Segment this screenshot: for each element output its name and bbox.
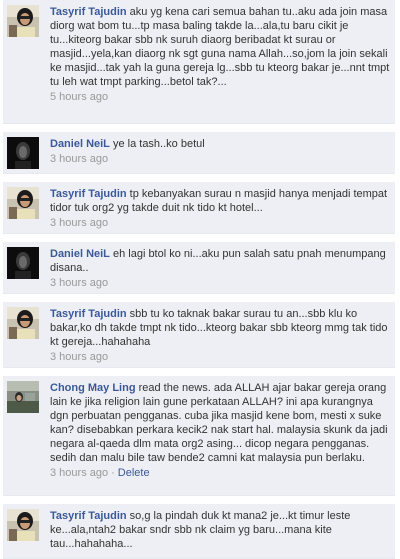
comment-author[interactable]: Daniel NeiL: [50, 248, 110, 260]
avatar-image: [7, 509, 39, 541]
meta-separator: ·: [111, 467, 115, 479]
avatar-chong[interactable]: [7, 381, 39, 413]
avatar-image: [7, 247, 39, 279]
avatar-image: [7, 307, 39, 339]
avatar-image: [7, 5, 39, 37]
comment-author[interactable]: Daniel NeiL: [50, 138, 110, 150]
avatar-tasyrif[interactable]: [7, 307, 39, 339]
comment-timestamp[interactable]: 3 hours ago: [50, 467, 108, 479]
comment-author[interactable]: Tasyrif Tajudin: [50, 6, 127, 18]
comment-item: Tasyrif Tajudin tp kebanyakan surau n ma…: [3, 182, 395, 234]
avatar-image: [7, 137, 39, 169]
avatar-tasyrif[interactable]: [7, 187, 39, 219]
comment-text: ye la tash..ko betul: [112, 138, 205, 150]
comment-item: Tasyrif Tajudin aku yg kena cari semua b…: [3, 0, 395, 124]
comment-timestamp[interactable]: 3 hours ago: [50, 277, 108, 289]
comment-author[interactable]: Tasyrif Tajudin: [50, 510, 127, 522]
comment-timestamp[interactable]: 3 hours ago: [50, 153, 108, 165]
comment-timestamp[interactable]: 3 hours ago: [50, 217, 108, 229]
comment-author[interactable]: Tasyrif Tajudin: [50, 308, 127, 320]
comment-item: Daniel NeiL eh lagi btol ko ni...aku pun…: [3, 242, 395, 294]
avatar-daniel[interactable]: [7, 247, 39, 279]
delete-link[interactable]: Delete: [118, 467, 150, 479]
comment-text: aku yg kena cari semua bahan tu..aku ada…: [50, 6, 390, 88]
comment-item: Tasyrif Tajudin so,g la pindah duk kt ma…: [3, 504, 395, 559]
avatar-daniel[interactable]: [7, 137, 39, 169]
avatar-tasyrif[interactable]: [7, 509, 39, 541]
avatar-image: [7, 381, 39, 413]
comment-item: Chong May Ling read the news. ada ALLAH …: [3, 376, 395, 496]
comment-author[interactable]: Tasyrif Tajudin: [50, 188, 127, 200]
comment-item: Tasyrif Tajudin sbb tu ko taknak bakar s…: [3, 302, 395, 368]
comment-author[interactable]: Chong May Ling: [50, 382, 136, 394]
comment-feed: Tasyrif Tajudin aku yg kena cari semua b…: [0, 0, 400, 559]
comment-timestamp[interactable]: 5 hours ago: [50, 91, 108, 103]
comment-item: Daniel NeiL ye la tash..ko betul 3 hours…: [3, 132, 395, 174]
comment-timestamp[interactable]: 3 hours ago: [50, 351, 108, 363]
comment-text: read the news. ada ALLAH ajar bakar gere…: [50, 382, 388, 464]
avatar-image: [7, 187, 39, 219]
avatar-tasyrif[interactable]: [7, 5, 39, 37]
